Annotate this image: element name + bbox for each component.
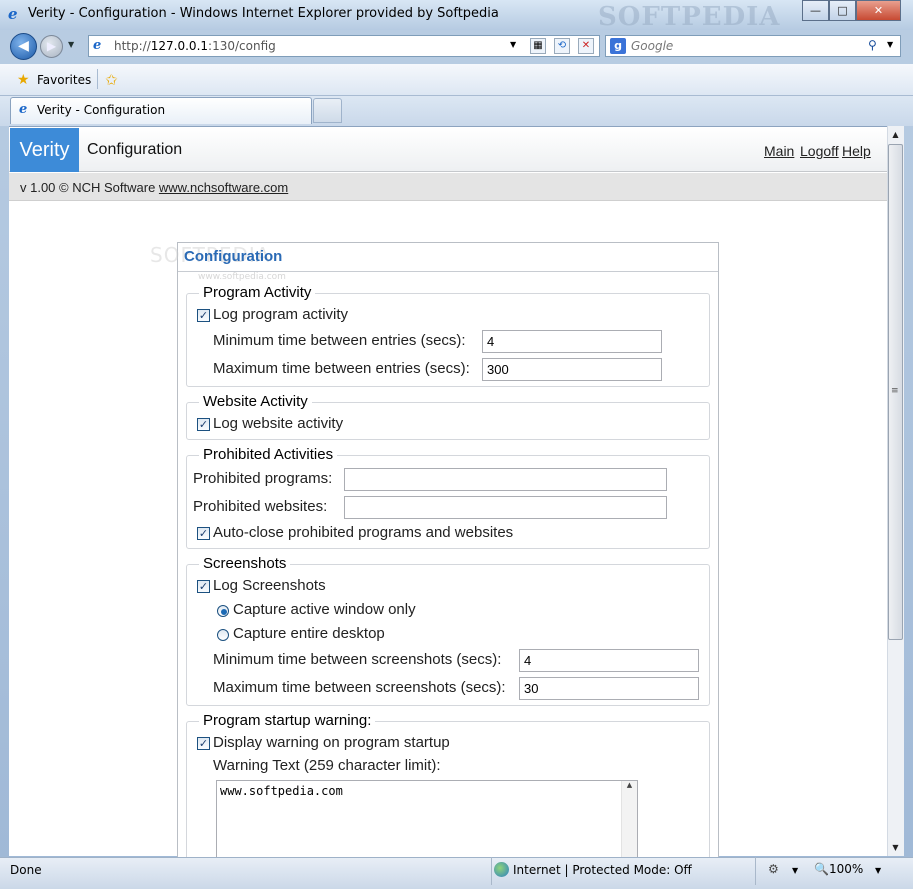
protected-dropdown-icon[interactable]: ▼ <box>792 866 798 875</box>
capture-desktop-label[interactable]: Capture entire desktop <box>233 625 385 642</box>
close-button[interactable]: ✕ <box>856 0 901 21</box>
warning-text-label: Warning Text (259 character limit): <box>213 757 441 774</box>
tab-label[interactable]: Verity - Configuration <box>37 103 165 117</box>
min-entries-input[interactable] <box>482 330 662 353</box>
min-screenshots-label: Minimum time between screenshots (secs): <box>213 651 502 668</box>
autoclose-checkbox[interactable]: ✓ <box>197 527 210 540</box>
zoom-dropdown-icon[interactable]: ▼ <box>875 866 881 875</box>
prohibited-programs-label: Prohibited programs: <box>193 470 333 487</box>
app-page-title: Configuration <box>87 141 183 158</box>
program-activity-legend: Program Activity <box>199 284 316 301</box>
main-link[interactable]: Main <box>764 143 794 159</box>
address-dropdown-icon[interactable]: ▼ <box>510 40 516 49</box>
title-watermark: SOFTPEDIA <box>598 2 781 32</box>
version-text: v 1.00 © NCH Software www.nchsoftware.co… <box>20 180 289 195</box>
tab-ie-icon: e <box>19 102 28 117</box>
back-button[interactable]: ◀ <box>10 33 37 60</box>
refresh-icon[interactable]: ⟲ <box>554 38 570 54</box>
zoom-level[interactable]: 🔍100% <box>814 862 863 876</box>
scrollbar-grip-icon: ≡ <box>891 386 899 396</box>
capture-desktop-radio[interactable] <box>217 629 229 641</box>
max-screenshots-label: Maximum time between screenshots (secs): <box>213 679 506 696</box>
display-warning-checkbox[interactable]: ✓ <box>197 737 210 750</box>
favorites-divider <box>97 69 98 89</box>
address-url[interactable]: http://127.0.0.1:130/config <box>114 39 276 53</box>
autoclose-label[interactable]: Auto-close prohibited programs and websi… <box>213 524 513 541</box>
panel-title: Configuration <box>184 248 283 265</box>
screenshots-legend: Screenshots <box>199 555 291 572</box>
minimize-button[interactable]: — <box>802 0 829 21</box>
forward-button[interactable]: ▶ <box>40 35 63 58</box>
status-text: Done <box>10 863 42 877</box>
stop-icon[interactable]: ✕ <box>578 38 594 54</box>
capture-active-radio[interactable] <box>217 605 229 617</box>
min-entries-label: Minimum time between entries (secs): <box>213 332 466 349</box>
search-icon[interactable]: ⚲ <box>868 38 877 52</box>
scroll-down-icon[interactable]: ▼ <box>887 840 904 856</box>
log-program-checkbox[interactable]: ✓ <box>197 309 210 322</box>
help-link[interactable]: Help <box>842 143 871 159</box>
protected-mode-icon[interactable]: ⚙ <box>768 862 779 876</box>
history-dropdown-icon[interactable]: ▼ <box>68 40 74 49</box>
log-website-checkbox[interactable]: ✓ <box>197 418 210 431</box>
page-icon: e <box>93 38 102 53</box>
logoff-link[interactable]: Logoff <box>800 143 839 159</box>
min-screenshots-input[interactable] <box>519 649 699 672</box>
globe-icon <box>494 862 509 877</box>
website-activity-legend: Website Activity <box>199 393 312 410</box>
textarea-scrollbar[interactable]: ▲ <box>621 781 637 859</box>
log-website-label[interactable]: Log website activity <box>213 415 343 432</box>
favorites-button[interactable]: Favorites <box>37 73 91 87</box>
panel-watermark-url: www.softpedia.com <box>198 272 286 282</box>
max-entries-input[interactable] <box>482 358 662 381</box>
google-icon: g <box>610 38 626 54</box>
warning-textarea[interactable]: www.softpedia.com <box>216 780 638 860</box>
prohibited-websites-input[interactable] <box>344 496 667 519</box>
maximize-button[interactable]: □ <box>829 0 856 21</box>
display-warning-label[interactable]: Display warning on program startup <box>213 734 450 751</box>
max-entries-label: Maximum time between entries (secs): <box>213 360 470 377</box>
capture-active-label[interactable]: Capture active window only <box>233 601 416 618</box>
nch-link[interactable]: www.nchsoftware.com <box>159 180 288 195</box>
search-dropdown-icon[interactable]: ▼ <box>887 40 893 49</box>
log-screenshots-checkbox[interactable]: ✓ <box>197 580 210 593</box>
prohibited-programs-input[interactable] <box>344 468 667 491</box>
startup-warning-legend: Program startup warning: <box>199 712 376 729</box>
compatibility-view-icon[interactable]: ▦ <box>530 38 546 54</box>
window-controls: — □ ✕ <box>802 0 901 21</box>
log-program-label[interactable]: Log program activity <box>213 306 348 323</box>
search-input[interactable]: Google <box>631 39 673 53</box>
max-screenshots-input[interactable] <box>519 677 699 700</box>
favorites-bar <box>0 64 913 96</box>
scroll-up-icon[interactable]: ▲ <box>887 127 904 143</box>
new-tab-button[interactable] <box>313 98 342 123</box>
ie-logo-icon: e <box>8 5 18 23</box>
prohibited-legend: Prohibited Activities <box>199 446 338 463</box>
window-title: Verity - Configuration - Windows Interne… <box>28 6 499 21</box>
log-screenshots-label[interactable]: Log Screenshots <box>213 577 326 594</box>
prohibited-websites-label: Prohibited websites: <box>193 498 328 515</box>
zone-text[interactable]: Internet | Protected Mode: Off <box>513 863 692 877</box>
add-favorite-icon[interactable]: ✩ <box>105 71 118 89</box>
app-logo: Verity <box>10 128 79 172</box>
favorites-star-icon[interactable]: ★ <box>17 72 30 88</box>
